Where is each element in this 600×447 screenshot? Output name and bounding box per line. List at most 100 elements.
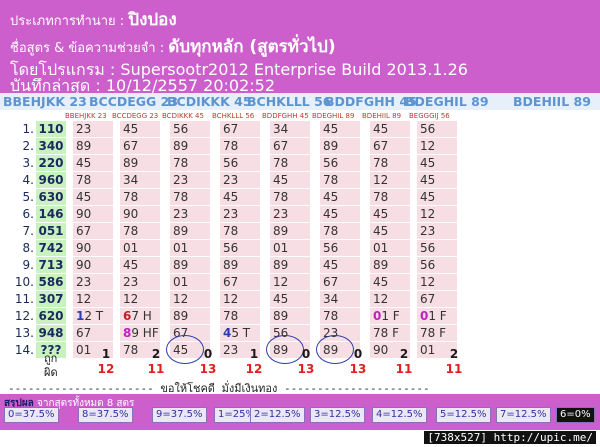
result-cell: 56 [220, 155, 260, 171]
result-cell: 23 [220, 172, 260, 188]
result-cell: 90 [73, 240, 113, 256]
formula-code: BCDIKKK 45 [167, 94, 252, 109]
result-cell: 78 [170, 155, 210, 171]
miss-count: 12 [245, 362, 263, 376]
result-cell: 12 [370, 291, 410, 307]
hit-count: 2 [151, 347, 161, 361]
prediction-type-line: ประเภทการทำนาย : ปิงปอง [10, 6, 177, 33]
miss-label: ผิด [44, 366, 58, 379]
result-cell: 12 T [73, 308, 113, 324]
row-number: 4. [22, 173, 34, 187]
result-cell: 45 [370, 206, 410, 222]
result-cell: 89 HF [120, 325, 160, 341]
summary-chip: 6=0% [556, 407, 595, 423]
column-header: BDEHIIL 89 [362, 112, 402, 120]
row-number: 5. [22, 190, 34, 204]
result-cell: 78 [220, 223, 260, 239]
result-cell: 45 [220, 189, 260, 205]
result-cell: 89 [170, 257, 210, 273]
result-cell: 90 [73, 257, 113, 273]
summary-chip: 8=37.5% [78, 407, 133, 423]
result-cell: 01 [120, 240, 160, 256]
result-cell: 45 [120, 121, 160, 137]
prediction-type-value: ปิงปอง [128, 10, 177, 30]
result-cell: 89 [170, 308, 210, 324]
miss-count: 11 [147, 362, 165, 376]
hit-digit: 0 [420, 309, 429, 323]
miss-count: 13 [199, 362, 217, 376]
result-cell: 56 [320, 155, 360, 171]
result-cell: 45 [320, 257, 360, 273]
header-panel: ประเภทการทำนาย : ปิงปอง ชื่อสูตร & ข้อคว… [0, 0, 600, 95]
formula-code: BCCDEGG 23 [89, 94, 179, 109]
result-cell: 56 [417, 240, 457, 256]
row-number: 9. [22, 258, 34, 272]
draw-number: 051 [36, 223, 66, 239]
formula-name-line: ชื่อสูตร & ข้อความช่วยจำ : ดับทุกหลัก (ส… [10, 33, 336, 60]
result-cell: 78 [73, 172, 113, 188]
result-cell: 78 [270, 189, 310, 205]
result-cell: 89 [73, 138, 113, 154]
draw-number: 742 [36, 240, 66, 256]
result-cell: 56 [417, 257, 457, 273]
formula-code: BDDFGHH 45 [325, 94, 417, 109]
formula-code: BBEHJKK 23 [3, 94, 87, 109]
result-cell: 12 [120, 291, 160, 307]
result-cell: 78 [220, 138, 260, 154]
column-header: BDDFGHH 45 [262, 112, 309, 120]
result-cell: 45 [370, 274, 410, 290]
result-cell: 34 [320, 291, 360, 307]
result-cell: 89 [270, 257, 310, 273]
result-cell: 78 [270, 155, 310, 171]
result-cell: 45 [370, 121, 410, 137]
result-cell: 01 F [417, 308, 457, 324]
result-cell: 23 [417, 223, 457, 239]
row-number: 7. [22, 224, 34, 238]
row-number: 1. [22, 122, 34, 136]
row-number: 8. [22, 241, 34, 255]
result-cell: 23 [170, 172, 210, 188]
hit-count: 0 [203, 347, 213, 361]
result-cell: 01 [170, 240, 210, 256]
formula-code: BDEHIIL 89 [513, 94, 591, 109]
formula-name-label: ชื่อสูตร & ข้อความช่วยจำ : [10, 41, 169, 56]
result-cell: 12 [370, 172, 410, 188]
hit-count: 1 [249, 347, 259, 361]
row-number: 10. [14, 275, 34, 289]
draw-number: 220 [36, 155, 66, 171]
result-cell: 45 [73, 155, 113, 171]
result-cell: 23 [270, 206, 310, 222]
result-cell: 78 [370, 189, 410, 205]
draw-number: 586 [36, 274, 66, 290]
result-cell: 78 [320, 223, 360, 239]
formula-code: BDEGHIL 89 [405, 94, 489, 109]
result-cell: 67 [73, 223, 113, 239]
result-cell: 45 [270, 172, 310, 188]
draw-number: 948 [36, 325, 66, 341]
result-cell: 56 [417, 121, 457, 137]
draw-number: 620 [36, 308, 66, 324]
hit-digit: 1 [76, 309, 85, 323]
draw-number: 110 [36, 121, 66, 137]
result-cell: 01 [170, 274, 210, 290]
result-cell: 45 [120, 257, 160, 273]
result-cell: 89 [270, 223, 310, 239]
result-cell: 67 [220, 121, 260, 137]
result-cell: 67 [417, 291, 457, 307]
hit-count: 2 [449, 347, 459, 361]
result-cell: 67 [120, 138, 160, 154]
result-cell: 67 [220, 274, 260, 290]
result-cell: 78 [120, 223, 160, 239]
row-number: 12. [14, 309, 34, 323]
result-cell: 45 [417, 172, 457, 188]
result-cell: 12 [73, 291, 113, 307]
hit-count: 2 [399, 347, 409, 361]
row-number: 11. [14, 292, 34, 306]
result-cell: 23 [120, 274, 160, 290]
draw-number: 307 [36, 291, 66, 307]
result-cell: 23 [73, 274, 113, 290]
draw-number: 340 [36, 138, 66, 154]
footer: [738x527] http://upic.me/ [0, 430, 600, 447]
result-cell: 67 [320, 274, 360, 290]
result-cell: 89 [170, 138, 210, 154]
